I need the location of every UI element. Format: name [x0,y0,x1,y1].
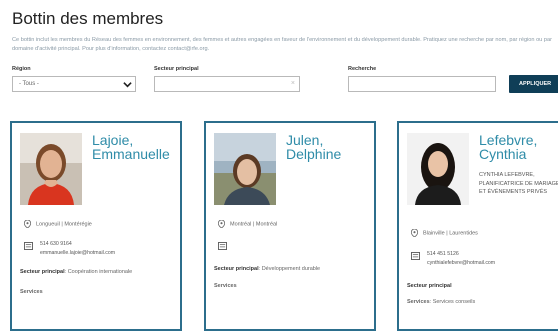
member-location: Blainville | Laurentides [410,228,478,238]
member-card[interactable]: Lajoie, Emmanuelle Longueuil | Montérégi… [10,121,182,331]
member-contact: 514 451 5126 cynthialefebvre@hotmail.com [411,251,531,271]
apply-button[interactable]: APPLIQUER [509,75,558,93]
region-select-value: - Tous - [19,81,39,87]
member-services: Services: Services conseils [407,299,476,305]
member-card[interactable]: Lefebvre, Cynthia CYNTHIA LEFEBVRE, PLAN… [397,121,558,331]
member-services-label: Services [20,289,43,295]
map-pin-icon [217,219,226,229]
intro-text: Ce bottin inclut les membres du Réseau d… [12,37,552,52]
member-sector: Secteur principal: Coopération internati… [20,269,133,275]
contact-card-icon [218,242,227,250]
member-phone: 514 451 5126 [427,251,459,257]
member-phone: 514 630 9164 [40,241,72,247]
member-photo [214,133,276,205]
member-name[interactable]: Julen, Delphine [286,133,341,161]
member-services-label: Services [214,283,237,289]
member-sector: Secteur principal [407,283,452,289]
region-select[interactable]: - Tous - [12,76,136,92]
member-location: Longueuil | Montérégie [23,219,92,229]
search-input[interactable] [348,76,496,92]
member-contact: 514 630 9164 emmanuelle.lajoie@hotmail.c… [24,241,144,261]
map-pin-icon [410,228,419,238]
page-title: Bottin des membres [12,9,164,28]
member-contact [218,241,338,261]
clear-icon[interactable]: × [291,80,295,87]
member-email[interactable]: cynthialefebvre@hotmail.com [427,260,495,266]
search-label: Recherche [348,66,377,72]
member-name[interactable]: Lajoie, Emmanuelle [92,133,170,161]
member-sector: Secteur principal: Développement durable [214,266,321,272]
member-location: Montréal | Montréal [217,219,277,229]
member-role: CYNTHIA LEFEBVRE, PLANIFICATRICE DE MARI… [479,172,558,195]
member-email[interactable]: emmanuelle.lajoie@hotmail.com [40,250,115,256]
member-photo [407,133,469,205]
member-name[interactable]: Lefebvre, Cynthia [479,133,537,161]
sector-select[interactable]: × [154,76,300,92]
region-label: Région [12,66,31,72]
contact-card-icon [24,242,33,250]
sector-label: Secteur principal [154,66,199,72]
contact-card-icon [411,252,420,260]
chevron-down-icon [123,82,132,88]
member-photo [20,133,82,205]
map-pin-icon [23,219,32,229]
member-card[interactable]: Julen, Delphine Montréal | Montréal Sect… [204,121,376,331]
